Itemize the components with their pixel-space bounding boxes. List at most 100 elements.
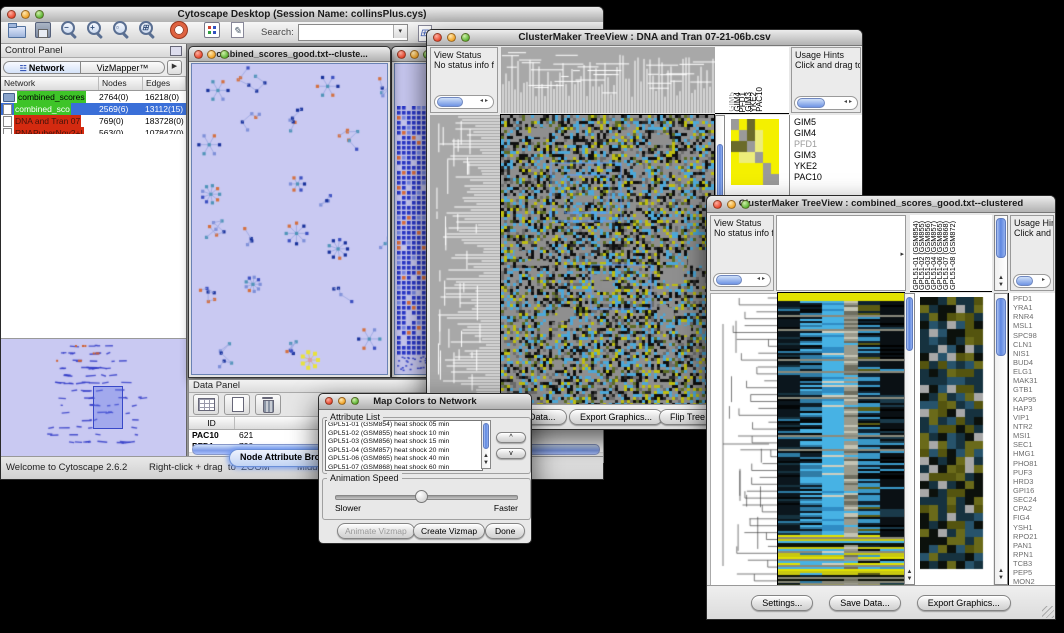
zoom-heatmap-canvas[interactable] xyxy=(920,297,984,573)
move-up-button[interactable]: ^ xyxy=(496,432,526,443)
gene-label[interactable]: TCB3 xyxy=(1013,559,1055,568)
gene-label[interactable]: SEC1 xyxy=(1013,440,1055,449)
usage-hints-scrollbar[interactable]: ◂▸ xyxy=(794,96,858,110)
search-input[interactable] xyxy=(300,25,392,38)
zoom-in-icon[interactable]: + xyxy=(85,20,107,40)
gene-label[interactable]: KAP95 xyxy=(1013,395,1055,404)
usage-hints-scrollbar[interactable]: ▸ xyxy=(1013,274,1051,288)
save-icon[interactable] xyxy=(33,20,55,40)
gene-label[interactable]: MSI1 xyxy=(1013,431,1055,440)
minimize-button[interactable] xyxy=(21,10,30,19)
minimize-button[interactable] xyxy=(338,397,346,405)
gene-label[interactable]: MSL1 xyxy=(1013,321,1055,330)
column-dendrogram-canvas[interactable] xyxy=(501,47,715,113)
row-dendrogram-canvas[interactable] xyxy=(430,115,501,407)
array-column-label[interactable]: GPL51-08 (GSM872) xyxy=(950,221,956,290)
gene-label[interactable]: PUF3 xyxy=(1013,468,1055,477)
gene-label[interactable]: NTR2 xyxy=(1013,422,1055,431)
gene-label[interactable]: HAP3 xyxy=(1013,404,1055,413)
annotation-icon[interactable]: ✎ xyxy=(227,20,249,40)
close-button[interactable] xyxy=(7,10,16,19)
network-view-canvas[interactable] xyxy=(192,64,388,375)
gene-label[interactable]: YRA1 xyxy=(1013,303,1055,312)
gene-label[interactable]: RPN1 xyxy=(1013,550,1055,559)
gene-label[interactable]: SEC24 xyxy=(1013,495,1055,504)
close-button[interactable] xyxy=(433,33,442,42)
gene-label[interactable]: MON2 xyxy=(1013,577,1055,584)
overview-viewport-rect[interactable] xyxy=(93,386,123,429)
move-down-button[interactable]: v xyxy=(496,448,526,459)
top-vscrollbar[interactable]: ▲▼ xyxy=(994,215,1008,291)
matrix-row-label[interactable]: PAC10 xyxy=(794,172,822,183)
matrix-row-label[interactable]: PFD1 xyxy=(794,139,822,150)
matrix-row-label[interactable]: GIM3 xyxy=(794,150,822,161)
zoom-vscrollbar[interactable]: ▲▼ xyxy=(994,293,1008,585)
gene-label[interactable]: RPO21 xyxy=(1013,532,1055,541)
heatmap-canvas[interactable] xyxy=(501,115,714,407)
zoom-fit-icon[interactable]: ⊞ xyxy=(137,20,159,40)
attribute-list-item[interactable]: GPL51-01 (GSM854) heat shock 05 min xyxy=(326,421,482,430)
gene-label[interactable]: PFD1 xyxy=(1013,294,1055,303)
attribute-list-scrollbar[interactable]: ▲▼ xyxy=(481,420,491,469)
gene-label[interactable]: PHO81 xyxy=(1013,459,1055,468)
matrix-row-label[interactable]: GIM4 xyxy=(794,128,822,139)
gene-label[interactable]: ELG1 xyxy=(1013,367,1055,376)
zoom-out-icon[interactable]: − xyxy=(59,20,81,40)
gene-label[interactable]: CPA2 xyxy=(1013,504,1055,513)
minimize-button[interactable] xyxy=(410,50,419,59)
network-row[interactable]: DNA and Tran 07769(0)183728(0) xyxy=(1,115,186,127)
create-vizmap-button[interactable]: Create Vizmap xyxy=(413,523,485,539)
dialog-titlebar[interactable]: Map Colors to Network xyxy=(319,394,531,410)
attribute-list-item[interactable]: GPL51-07 (GSM868) heat shock 60 min xyxy=(326,464,482,472)
open-folder-icon[interactable] xyxy=(7,20,29,40)
tab-overflow-icon[interactable]: ▶ xyxy=(167,60,182,75)
minimize-button[interactable] xyxy=(727,200,736,209)
gene-label[interactable]: PAN1 xyxy=(1013,541,1055,550)
attribute-list-item[interactable]: GPL51-06 (GSM865) heat shock 40 min xyxy=(326,455,482,464)
gene-label[interactable]: RNR4 xyxy=(1013,312,1055,321)
close-button[interactable] xyxy=(325,397,333,405)
attribute-list-item[interactable]: GPL51-04 (GSM857) heat shock 20 min xyxy=(326,447,482,456)
gene-label[interactable]: HRD3 xyxy=(1013,477,1055,486)
done-button[interactable]: Done xyxy=(485,523,525,539)
zoom-button[interactable] xyxy=(220,50,229,59)
float-panel-icon[interactable] xyxy=(170,46,182,56)
animate-vizmap-button[interactable]: Animate Vizmap xyxy=(337,523,415,539)
close-button[interactable] xyxy=(397,50,406,59)
delete-attribute-icon[interactable] xyxy=(255,394,281,415)
zoom-button[interactable] xyxy=(461,33,470,42)
zoom-button[interactable] xyxy=(35,10,44,19)
gene-label[interactable]: YSH1 xyxy=(1013,523,1055,532)
tab-network[interactable]: ☳Network xyxy=(3,61,81,74)
gene-label[interactable]: HMG1 xyxy=(1013,449,1055,458)
zoom-button[interactable] xyxy=(351,397,359,405)
zoom-matrix-canvas[interactable] xyxy=(731,119,779,185)
panel-resize-handle[interactable]: ▸ xyxy=(900,250,904,258)
vizmap-icon[interactable] xyxy=(201,20,223,40)
network-view[interactable] xyxy=(191,63,388,375)
minimize-button[interactable] xyxy=(207,50,216,59)
heatmap-canvas[interactable] xyxy=(778,293,904,586)
gene-label[interactable]: FIG4 xyxy=(1013,513,1055,522)
view-status-scrollbar[interactable]: ◂▸ xyxy=(434,95,494,109)
attribute-list-item[interactable]: GPL51-03 (GSM856) heat shock 15 min xyxy=(326,438,482,447)
gene-label[interactable]: BUD4 xyxy=(1013,358,1055,367)
tab-vizmapper[interactable]: VizMapper™ xyxy=(81,61,165,74)
new-attribute-icon[interactable] xyxy=(224,394,250,415)
search-dropdown-icon[interactable]: ▾ xyxy=(393,25,407,38)
view-status-scrollbar[interactable]: ◂▸ xyxy=(713,273,771,287)
gene-label[interactable]: MAK31 xyxy=(1013,376,1055,385)
save-data-button[interactable]: Save Data... xyxy=(829,595,901,611)
gene-label[interactable]: VIP1 xyxy=(1013,413,1055,422)
attribute-list-item[interactable]: GPL51-02 (GSM855) heat shock 10 min xyxy=(326,430,482,439)
zoom-button[interactable] xyxy=(741,200,750,209)
help-icon[interactable] xyxy=(169,20,191,40)
attribute-table-icon[interactable] xyxy=(193,394,219,415)
column-dendrogram-panel[interactable]: ▸ xyxy=(776,215,906,291)
zoom-region-icon[interactable]: ▫ xyxy=(111,20,133,40)
network-tree-area[interactable] xyxy=(1,134,186,339)
heatmap-vscrollbar[interactable]: ▲▼ xyxy=(904,293,915,585)
export-graphics-button[interactable]: Export Graphics... xyxy=(569,409,663,425)
gene-label[interactable]: SPC98 xyxy=(1013,331,1055,340)
close-button[interactable] xyxy=(194,50,203,59)
